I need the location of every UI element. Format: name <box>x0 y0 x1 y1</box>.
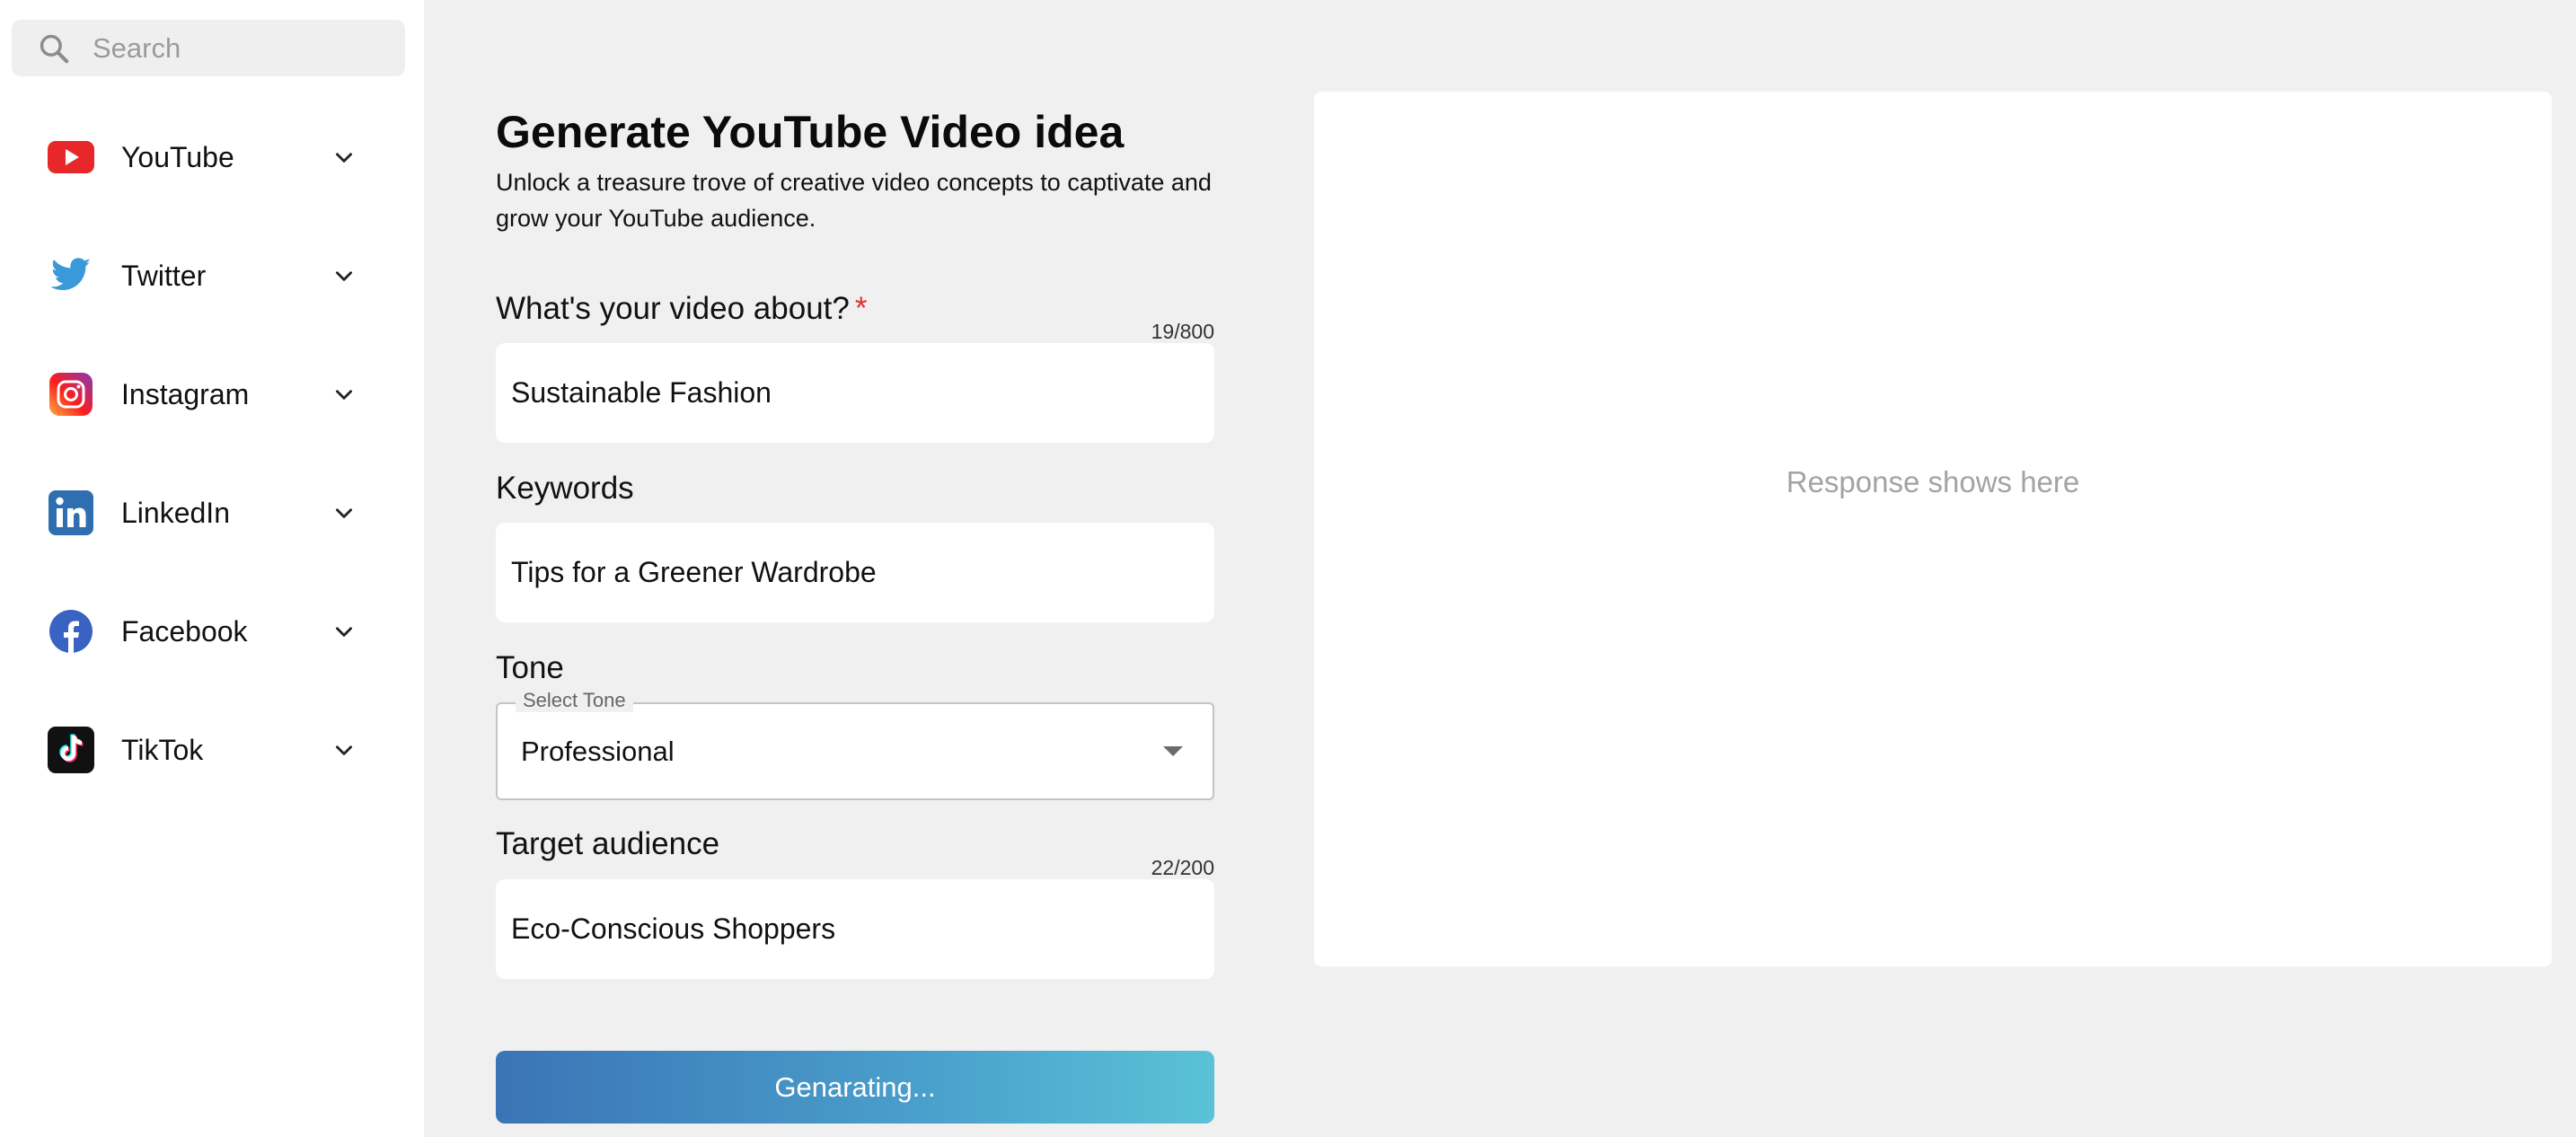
sidebar-item-label: Facebook <box>121 614 248 648</box>
video-about-label: What's your video about? * <box>496 291 867 327</box>
instagram-icon <box>48 371 94 418</box>
target-audience-input[interactable] <box>511 912 1194 946</box>
response-placeholder: Response shows here <box>1786 465 2080 498</box>
facebook-icon <box>48 608 94 655</box>
sidebar-item-label: LinkedIn <box>121 496 230 529</box>
target-audience-counter: 22/200 <box>1151 856 1214 879</box>
tone-label: Tone <box>496 650 564 685</box>
linkedin-icon <box>48 489 94 536</box>
page-title: Generate YouTube Video idea <box>496 107 1125 157</box>
required-mark: * <box>854 291 868 326</box>
sidebar-item-label: Twitter <box>121 259 207 292</box>
caret-down-icon[interactable] <box>1155 734 1191 770</box>
sidebar-item-twitter[interactable]: Twitter <box>0 231 424 321</box>
keywords-field[interactable] <box>496 523 1214 622</box>
search-box[interactable] <box>12 20 405 76</box>
chevron-down-icon[interactable] <box>332 737 357 762</box>
sidebar-item-tiktok[interactable]: TikTok <box>0 705 424 795</box>
sidebar-item-label: Instagram <box>121 377 250 410</box>
chevron-down-icon[interactable] <box>332 263 357 288</box>
chevron-down-icon[interactable] <box>332 500 357 525</box>
chevron-down-icon[interactable] <box>332 145 357 170</box>
target-audience-field[interactable] <box>496 879 1214 979</box>
video-about-counter: 19/800 <box>1151 320 1214 343</box>
youtube-icon <box>48 134 94 181</box>
sidebar-item-instagram[interactable]: Instagram <box>0 349 424 439</box>
sidebar-item-linkedin[interactable]: LinkedIn <box>0 468 424 558</box>
sidebar-item-label: TikTok <box>121 733 204 766</box>
keywords-label: Keywords <box>496 471 634 506</box>
chevron-down-icon[interactable] <box>332 619 357 644</box>
target-audience-label: Target audience <box>496 826 720 861</box>
generate-button[interactable]: Genarating... <box>496 1051 1214 1124</box>
tone-select-value: Professional <box>521 735 675 767</box>
sidebar: YouTube Twitter Instagram <box>0 0 424 1137</box>
chevron-down-icon[interactable] <box>332 382 357 407</box>
video-about-input[interactable] <box>511 376 1194 410</box>
response-panel: Response shows here <box>1314 92 2552 966</box>
keywords-input[interactable] <box>511 556 1194 589</box>
search-icon <box>37 31 73 66</box>
tone-select-legend: Select Tone <box>516 689 633 712</box>
sidebar-item-label: YouTube <box>121 140 234 173</box>
sidebar-item-youtube[interactable]: YouTube <box>0 112 424 202</box>
search-input[interactable] <box>93 31 389 65</box>
page-subtitle: Unlock a treasure trove of creative vide… <box>496 169 1212 232</box>
video-about-field[interactable] <box>496 343 1214 443</box>
twitter-icon <box>48 252 94 299</box>
tone-select[interactable]: Select Tone Professional <box>496 689 1214 800</box>
tiktok-icon <box>48 727 94 773</box>
sidebar-item-facebook[interactable]: Facebook <box>0 586 424 676</box>
video-about-label-text: What's your video about? <box>496 291 850 326</box>
